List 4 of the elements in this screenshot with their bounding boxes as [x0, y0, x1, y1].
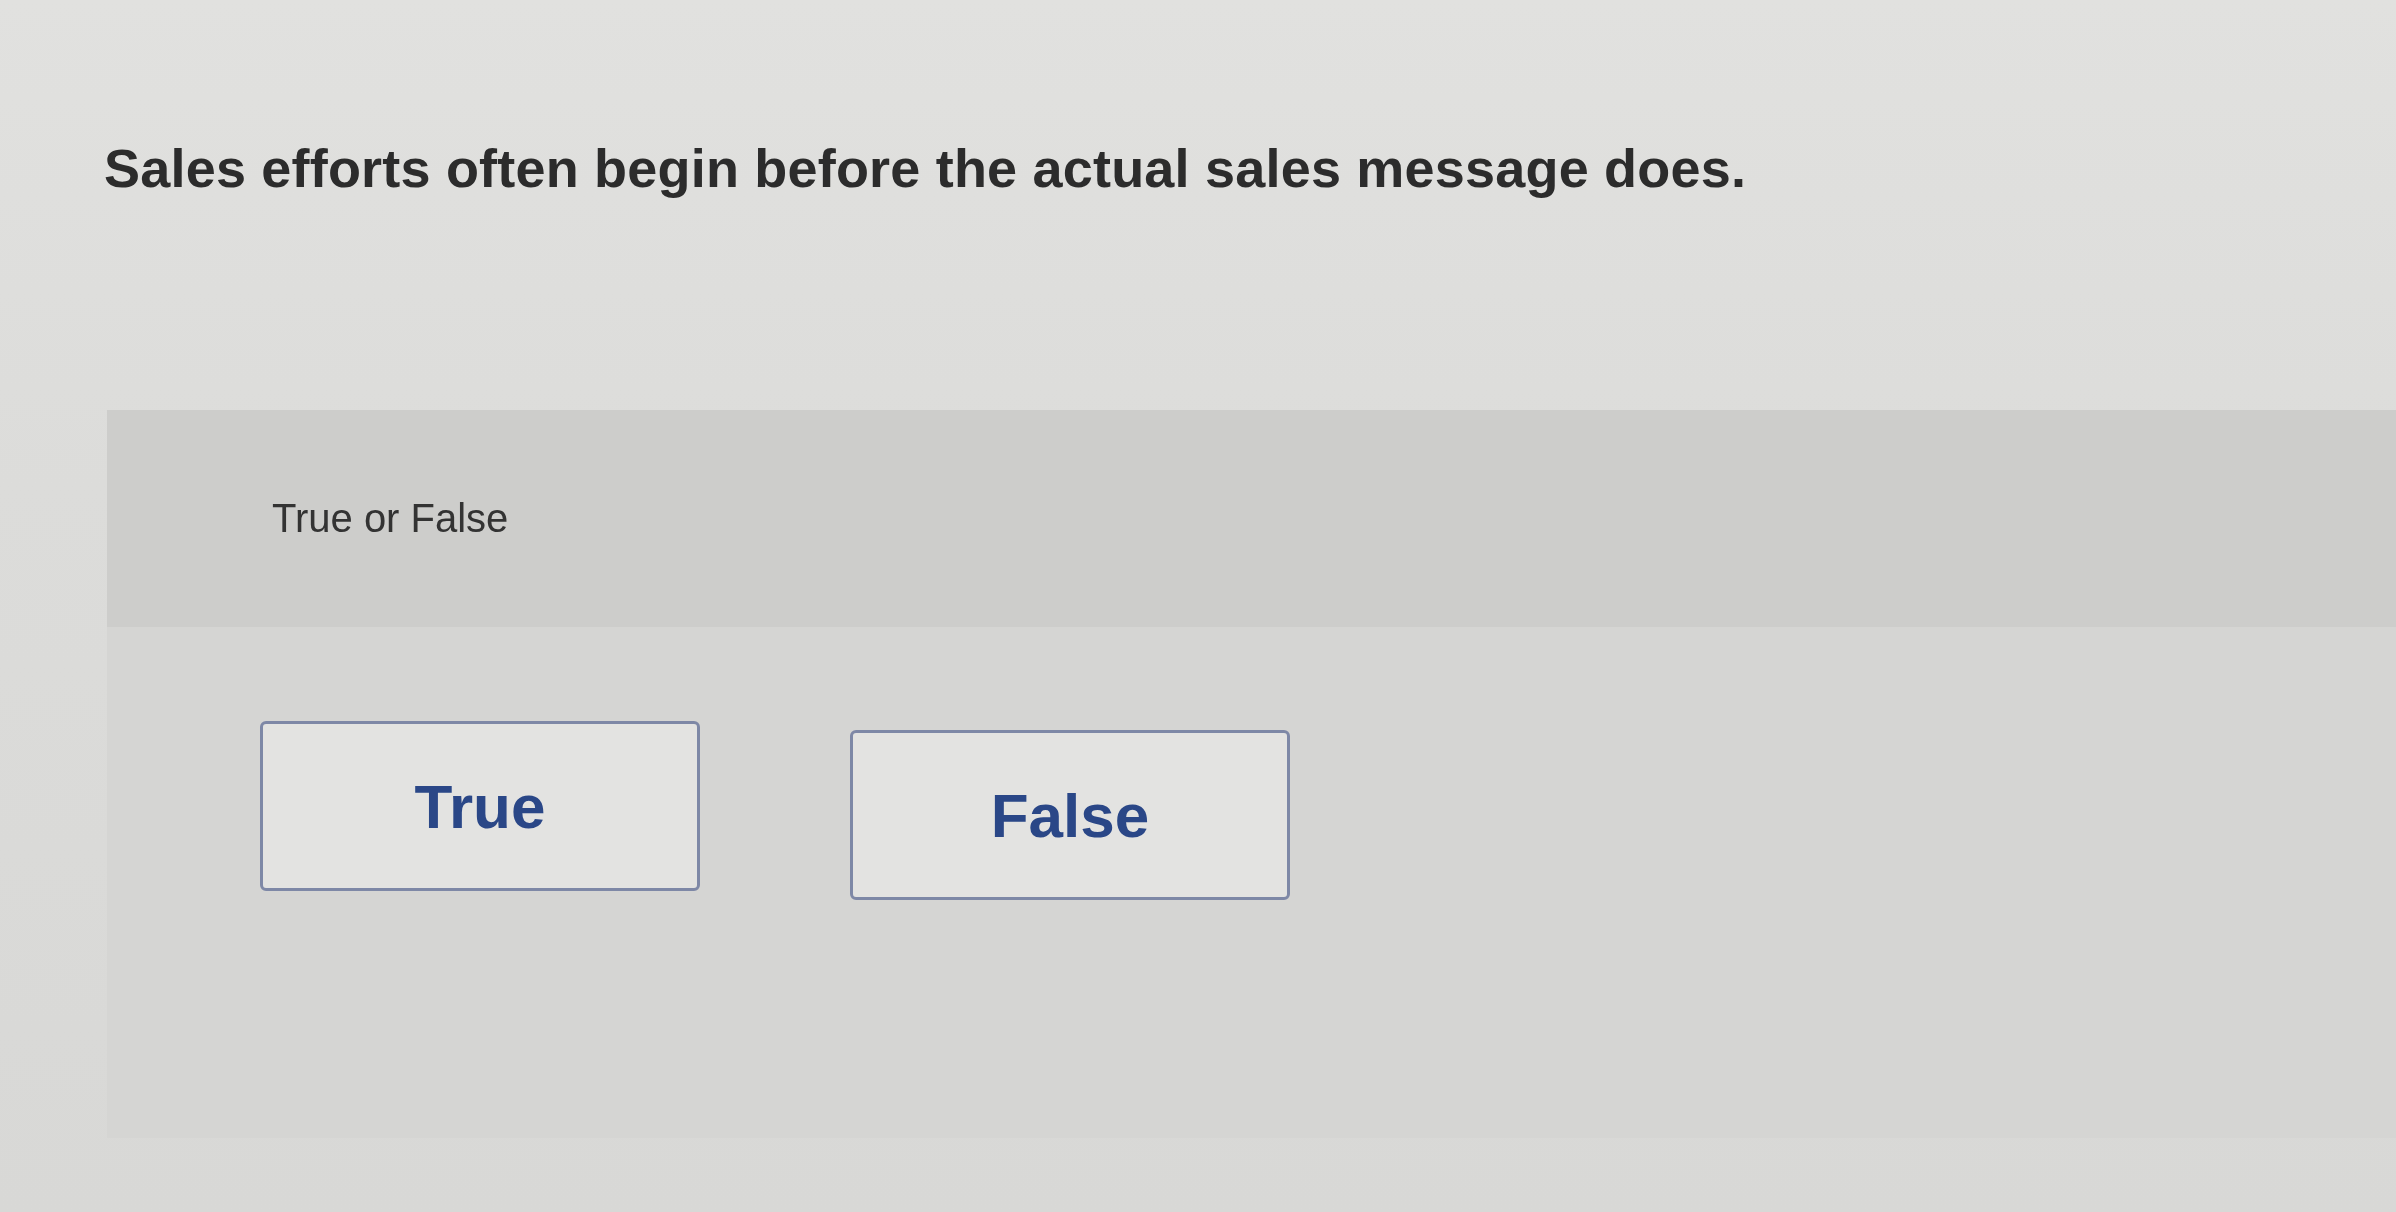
- answer-button[interactable]: True: [260, 721, 700, 891]
- question-text: Sales efforts often begin before the actual sales message does.: [104, 137, 1747, 200]
- answer-button[interactable]: False: [850, 730, 1290, 900]
- instruction-text: True or False: [272, 496, 509, 541]
